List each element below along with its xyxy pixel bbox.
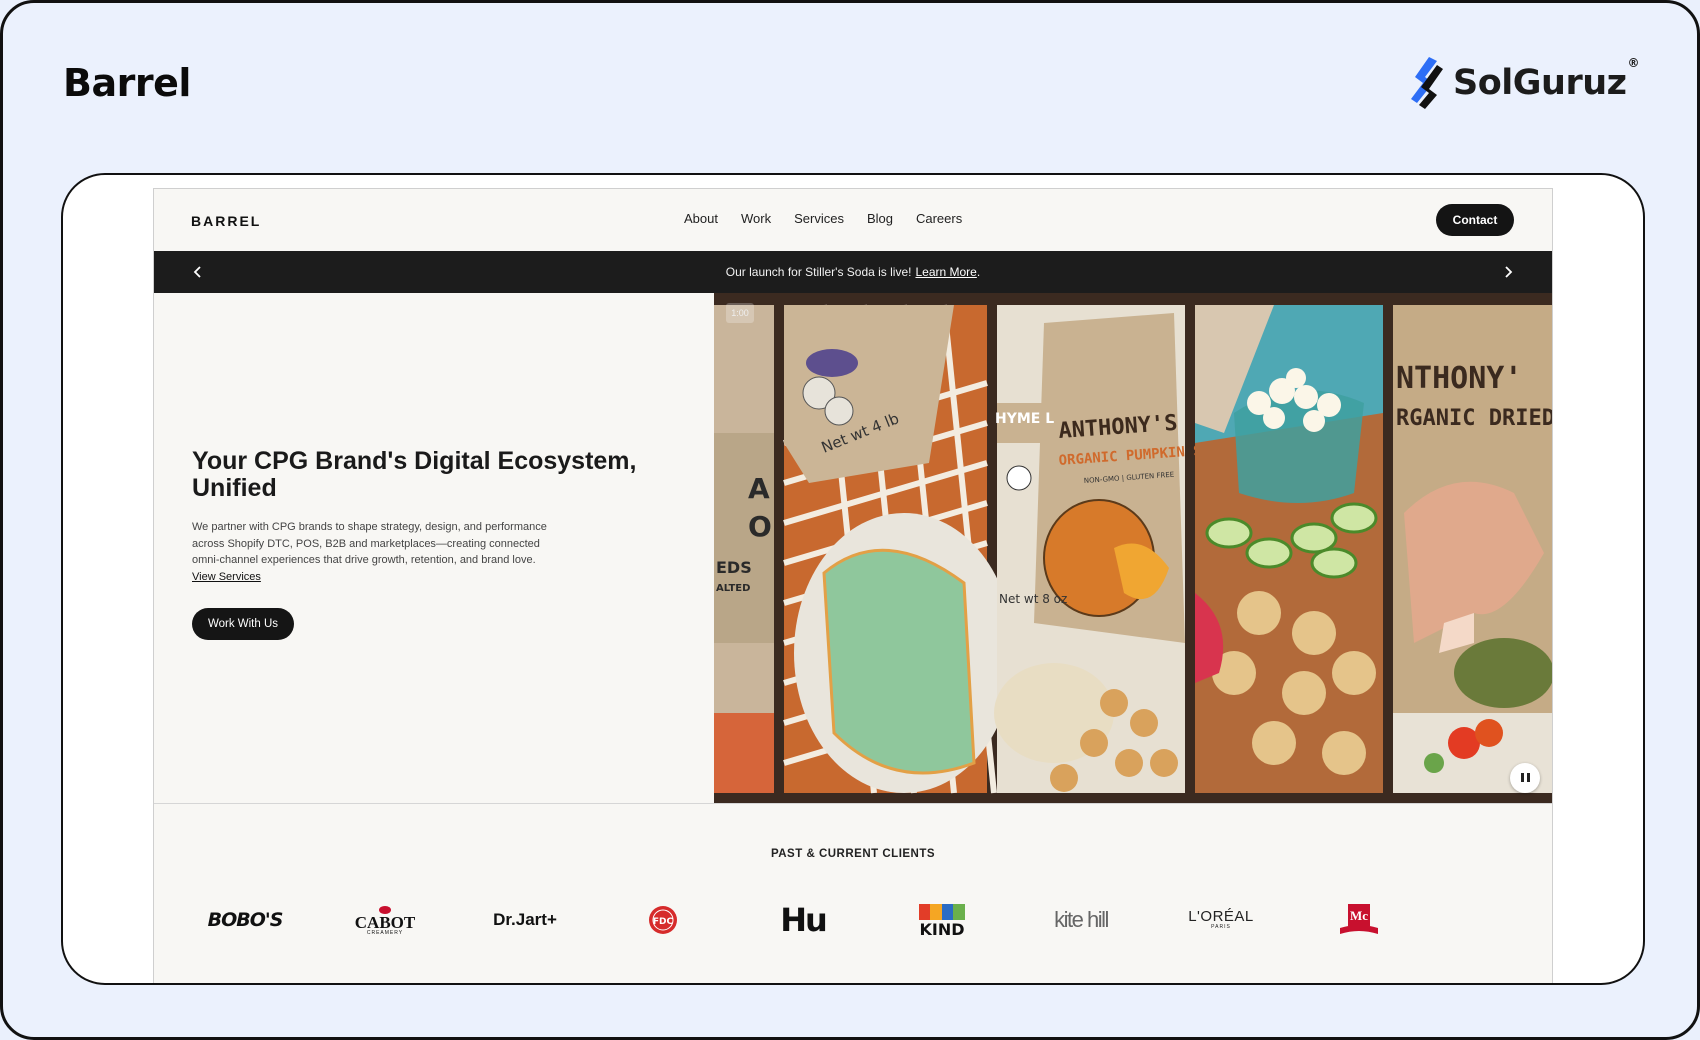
client-logo-fdc: FDC xyxy=(608,900,718,940)
kitehill-wordmark: kite hill xyxy=(1054,907,1109,932)
bobos-wordmark: BOBO'S xyxy=(207,909,284,931)
client-logo-drjart: Dr.Jart+ xyxy=(470,900,580,940)
loreal-paris: PARIS xyxy=(1211,924,1231,930)
nav-careers[interactable]: Careers xyxy=(916,211,962,226)
fdc-badge-icon: FDC xyxy=(649,906,677,934)
hero-image-carousel: A O EDS ALTED Net wt 4 lb HYME L ANTHONY… xyxy=(714,293,1553,803)
kind-logo: KIND xyxy=(919,904,965,936)
mccormick-logo: Mc xyxy=(1340,904,1378,934)
product-photo-collage: A O EDS ALTED Net wt 4 lb HYME L ANTHONY… xyxy=(714,304,1553,794)
client-logo-mccormick: Mc xyxy=(1304,900,1414,940)
hero-title-bold: Unified xyxy=(192,474,277,502)
client-logo-cabot: CABOT CREAMERY xyxy=(330,900,440,940)
announcement-bar: Our launch for Stiller's Soda is live! L… xyxy=(154,251,1552,293)
cabot-creamery: CREAMERY xyxy=(366,929,404,936)
announcement-suffix: . xyxy=(976,265,981,279)
photo-panel-4 xyxy=(1195,305,1383,793)
client-logo-hu: Hu xyxy=(748,900,858,940)
photo-panel-1: A O EDS ALTED xyxy=(714,305,774,793)
main-nav: About Work Services Blog Careers xyxy=(684,211,962,226)
panel3-label-hyme: HYME L xyxy=(995,411,1054,427)
mccormick-mark: Mc xyxy=(1350,908,1368,923)
clients-title: PAST & CURRENT CLIENTS xyxy=(770,848,936,860)
kind-text: KIND xyxy=(919,920,964,936)
presentation-frame: Barrel SolGuruz® BARREL About Work Servi… xyxy=(0,0,1700,1040)
chevron-right-icon[interactable] xyxy=(1499,263,1517,281)
panel1-text-eds: EDS xyxy=(716,558,752,577)
photo-panel-3: HYME L ANTHONY'S ORGANIC PUMPKIN S NON-G… xyxy=(994,305,1202,793)
site-header: BARREL About Work Services Blog Careers … xyxy=(154,189,1552,251)
hero-text-area: Your CPG Brand's Digital Ecosystem, Unif… xyxy=(154,293,714,803)
clients-section: PAST & CURRENT CLIENTS BOBO'S CABOT CREA… xyxy=(154,803,1552,983)
site-logo[interactable]: BARREL xyxy=(191,213,261,229)
panel5-anthony: NTHONY' xyxy=(1396,361,1522,396)
client-logo-loreal: L'ORÉAL PARIS xyxy=(1166,900,1276,940)
panel1-text-a: A xyxy=(748,472,770,505)
announcement-text: Our launch for Stiller's Soda is live! xyxy=(725,265,912,279)
photo-panel-5: NTHONY' RGANIC DRIED xyxy=(1393,305,1553,793)
contact-button[interactable]: Contact xyxy=(1436,204,1514,236)
solguruz-wordmark: SolGuruz xyxy=(1453,63,1627,103)
hero-title-regular: Your CPG Brand's Digital Ecosystem, xyxy=(192,447,637,475)
panel1-text-o: O xyxy=(748,510,772,543)
fdc-text: FDC xyxy=(653,917,674,927)
photo-panel-2: Net wt 4 lb xyxy=(783,304,1014,794)
hu-wordmark: Hu xyxy=(780,901,828,939)
loreal-wordmark: L'ORÉAL xyxy=(1188,908,1254,925)
work-with-us-button[interactable]: Work With Us xyxy=(192,608,294,640)
solguruz-mark-icon xyxy=(1411,57,1444,109)
client-logo-bobos: BOBO'S xyxy=(190,900,300,940)
pause-icon xyxy=(1519,769,1531,787)
registered-mark: ® xyxy=(1627,56,1640,71)
brand-title: Barrel xyxy=(63,61,191,105)
solguruz-logo: SolGuruz® xyxy=(1407,55,1639,111)
client-logo-kind: KIND xyxy=(887,900,997,940)
cabot-wordmark: CABOT xyxy=(354,912,416,932)
panel3-net-weight: Net wt 8 oz xyxy=(999,592,1067,606)
client-logo-kitehill: kite hill xyxy=(1026,900,1136,940)
client-logos: BOBO'S CABOT CREAMERY Dr.Jart+ FDC Hu KI… xyxy=(154,900,1552,940)
hero-description-text: We partner with CPG brands to shape stra… xyxy=(192,521,547,566)
chevron-left-icon[interactable] xyxy=(189,263,207,281)
panel5-organic-dried: RGANIC DRIED xyxy=(1396,406,1553,431)
nav-work[interactable]: Work xyxy=(741,211,771,226)
panel1-text-alted: ALTED xyxy=(716,583,750,594)
drjart-wordmark: Dr.Jart+ xyxy=(493,910,557,929)
pause-button[interactable] xyxy=(1510,763,1540,793)
hero-title: Your CPG Brand's Digital Ecosystem, Unif… xyxy=(192,448,692,502)
hero-description: We partner with CPG brands to shape stra… xyxy=(192,519,547,585)
nav-about[interactable]: About xyxy=(684,211,718,226)
nav-services[interactable]: Services xyxy=(794,211,844,226)
website: BARREL About Work Services Blog Careers … xyxy=(153,188,1553,983)
video-timer: 1:00 xyxy=(726,303,754,323)
nav-blog[interactable]: Blog xyxy=(867,211,893,226)
view-services-link[interactable]: View Services xyxy=(192,571,261,583)
website-preview-card: BARREL About Work Services Blog Careers … xyxy=(61,173,1645,985)
learn-more-link[interactable]: Learn More xyxy=(915,265,976,279)
